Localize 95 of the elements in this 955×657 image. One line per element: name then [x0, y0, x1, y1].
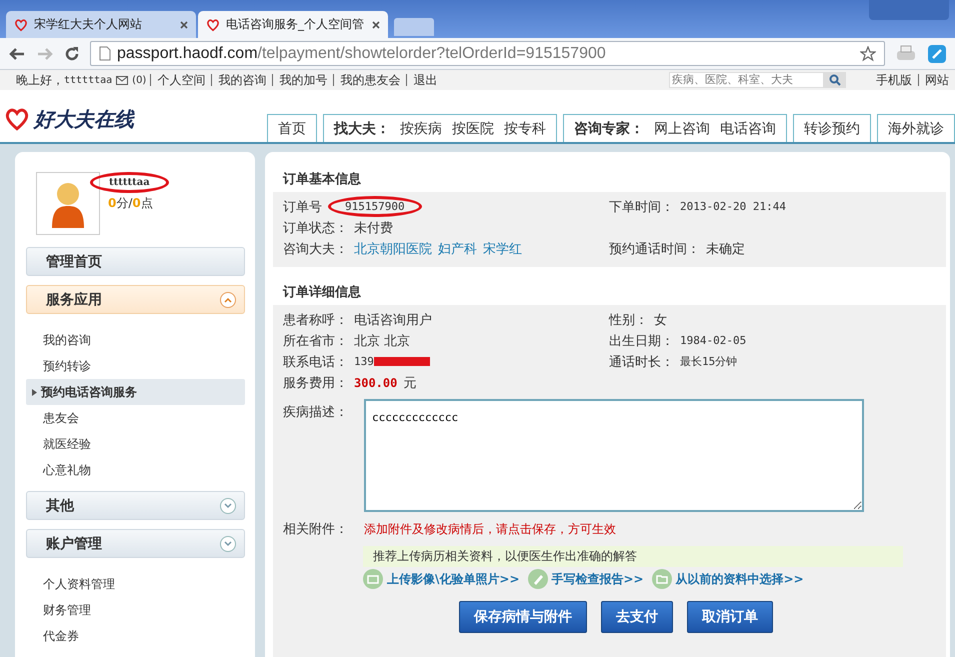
doctor-link[interactable]: 妇产科	[438, 240, 477, 258]
field-value: 139	[354, 355, 374, 368]
nav-tab[interactable]: 找大夫： 按疾病 按医院 按专科	[323, 114, 557, 142]
order-number: 915157900	[328, 196, 422, 217]
message-count[interactable]: (0)	[132, 74, 146, 86]
action-button[interactable]: 取消订单	[687, 601, 773, 633]
sidebar-item[interactable]: 心意礼物	[26, 457, 245, 483]
description-field[interactable]: ccccccccccccc	[364, 399, 864, 512]
reload-icon[interactable]	[64, 46, 80, 62]
redaction-mark	[374, 357, 430, 366]
star-icon[interactable]	[860, 46, 876, 62]
top-link[interactable]: 退出	[406, 74, 444, 86]
sidebar-section-header[interactable]: 管理首页	[26, 247, 245, 276]
sidebar-item[interactable]: 代金券	[26, 623, 245, 649]
nav-tab[interactable]: 咨询专家： 网上咨询 电话咨询	[563, 114, 787, 142]
price-value: 300.00	[354, 376, 398, 390]
nav-tab[interactable]: 首页	[267, 114, 317, 142]
top-link[interactable]: 个人空间	[150, 74, 212, 86]
chevron-down-icon	[220, 498, 236, 514]
greeting-text: 晚上好，	[16, 72, 64, 88]
field-label: 服务费用：	[283, 374, 348, 392]
nav-tab[interactable]: 海外就诊	[877, 114, 955, 142]
doctor-link[interactable]: 北京朝阳医院	[354, 240, 432, 258]
action-button[interactable]: 保存病情与附件	[459, 601, 587, 633]
sidebar-item[interactable]: 我的咨询	[26, 327, 245, 353]
chevron-down-icon	[220, 536, 236, 552]
field-label: 通话时长：	[609, 354, 674, 370]
sidebar-item[interactable]: 个人资料管理	[26, 571, 245, 597]
notice-text: 添加附件及修改病情后，请点击保存，方可生效	[364, 520, 616, 538]
search-icon	[829, 74, 841, 86]
username-link[interactable]: ttttttaa	[64, 74, 112, 86]
page-icon	[99, 46, 111, 61]
field-label: 咨询大夫：	[283, 240, 348, 258]
search-button[interactable]	[824, 72, 846, 88]
upload-link[interactable]: 手写检查报告>>	[528, 569, 644, 589]
search-field[interactable]: 疾病、医院、科室、大夫	[669, 72, 824, 88]
top-link[interactable]: 网站	[918, 74, 955, 86]
field-label: 性别：	[609, 312, 648, 328]
field-value: 未付费	[354, 220, 393, 236]
upload-link[interactable]: 上传影像\化验单照片>>	[363, 569, 520, 589]
field-label: 订单状态：	[283, 220, 348, 236]
doctor-link[interactable]: 宋学红	[483, 240, 522, 258]
close-icon[interactable]	[180, 20, 188, 28]
sidebar-item[interactable]: 预约电话咨询服务	[26, 379, 245, 405]
folder-icon	[652, 569, 672, 589]
field-value: 1984-02-05	[680, 334, 746, 347]
pencil-icon	[528, 569, 548, 589]
field-value: 电话咨询用户	[354, 312, 432, 328]
address-bar[interactable]: passport.haodf.com/telpayment/showtelorder?telOrderId=915157900	[90, 41, 885, 66]
sidebar-item[interactable]: 预约转诊	[26, 353, 245, 379]
field-label: 下单时间：	[609, 198, 674, 216]
heart-logo-icon	[14, 18, 28, 32]
sidebar-section-header[interactable]: 账户管理	[26, 529, 245, 558]
sidebar-item[interactable]: 就医经验	[26, 431, 245, 457]
field-value: 未确定	[706, 240, 745, 258]
field-value: 最长15分钟	[680, 354, 738, 369]
back-icon[interactable]	[8, 46, 26, 62]
top-link[interactable]: 我的患友会	[333, 74, 406, 86]
top-link[interactable]: 我的咨询	[211, 74, 272, 86]
upload-link[interactable]: 从以前的资料中选择>>	[652, 569, 804, 589]
tip-text: 推荐上传病历相关资料，以便医生作出准确的解答	[363, 546, 903, 567]
heart-logo-icon	[206, 18, 220, 32]
browser-tab[interactable]: 电话咨询服务_个人空间管	[198, 11, 388, 38]
field-value: 女	[654, 312, 667, 328]
field-value: 2013-02-20 21:44	[680, 200, 786, 213]
sidebar-section-header[interactable]: 服务应用	[26, 285, 245, 314]
top-link[interactable]: 我的加号	[272, 74, 334, 86]
section-title: 订单基本信息	[282, 171, 362, 189]
field-label: 疾病描述：	[283, 404, 348, 422]
pointer-icon	[32, 388, 37, 396]
username: ttttttaa	[90, 172, 169, 193]
currency-unit: 元	[403, 374, 416, 392]
close-icon[interactable]	[372, 20, 380, 28]
action-button[interactable]: 去支付	[601, 601, 673, 633]
field-label: 预约通话时间：	[609, 240, 700, 258]
sidebar-item[interactable]: 财务管理	[26, 597, 245, 623]
score-text: 0分/0点	[108, 195, 154, 212]
nav-tab[interactable]: 转诊预约	[793, 114, 871, 142]
heart-logo-icon	[4, 106, 30, 132]
sidebar-item[interactable]: 患友会	[26, 405, 245, 431]
field-label: 出生日期：	[609, 332, 674, 350]
top-link[interactable]: 手机版	[870, 74, 918, 86]
site-logo[interactable]: 好大夫在线	[34, 106, 134, 132]
field-label: 相关附件：	[283, 521, 348, 538]
section-title: 订单详细信息	[282, 284, 362, 302]
field-label: 患者称呼：	[283, 312, 348, 328]
chevron-up-icon	[220, 292, 236, 308]
mail-icon[interactable]	[116, 76, 128, 84]
browser-tab[interactable]: 宋学红大夫个人网站	[6, 11, 196, 38]
field-value: 北京 北京	[354, 332, 410, 350]
field-label: 订单号	[283, 198, 322, 216]
camera-icon	[363, 569, 383, 589]
field-label: 联系电话：	[283, 354, 348, 370]
field-label: 所在省市：	[283, 332, 348, 350]
sidebar-section-header[interactable]: 其他	[26, 491, 245, 520]
